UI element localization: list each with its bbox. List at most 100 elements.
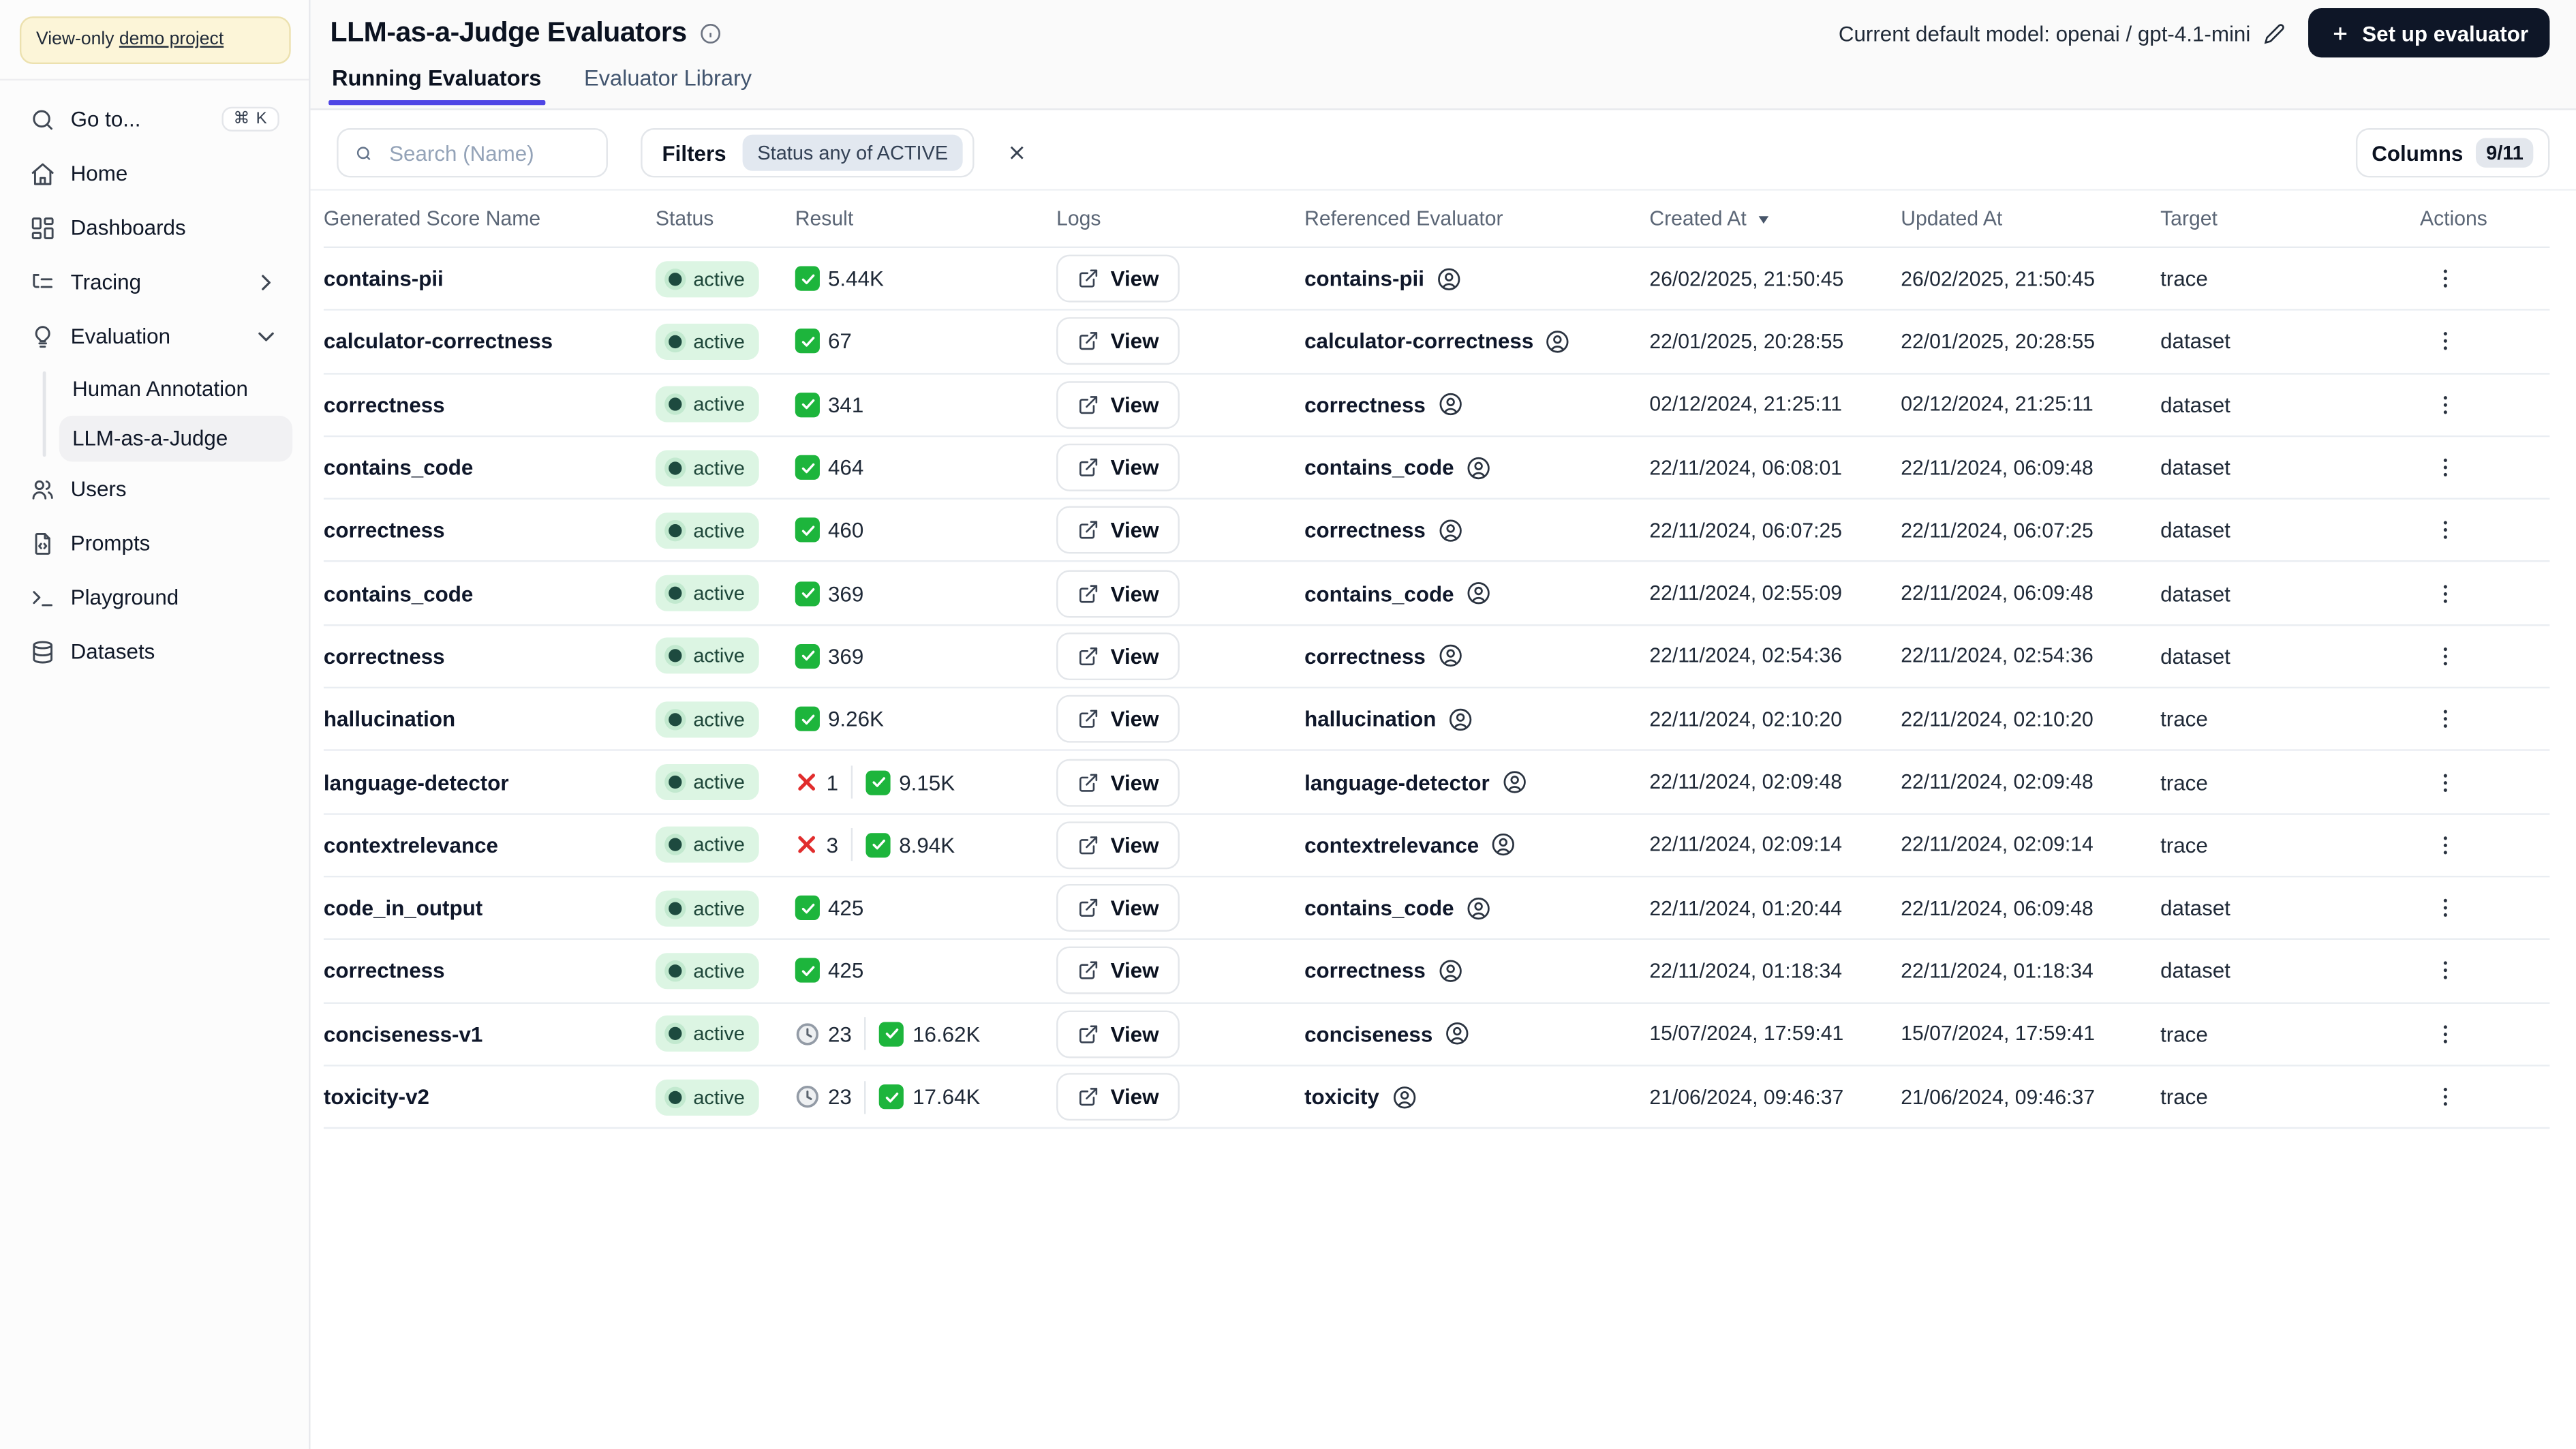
sidebar-item-users[interactable]: Users [16,464,292,513]
sidebar-item-dashboards[interactable]: Dashboards [16,203,292,252]
clear-filters-button[interactable] [999,135,1035,171]
view-logs-button[interactable]: View [1056,947,1180,995]
sidebar-item-playground[interactable]: Playground [16,573,292,622]
filters-button[interactable]: Filters Status any of ACTIVE [641,128,975,178]
referenced-evaluator-cell[interactable]: correctness [1304,517,1649,544]
view-logs-button[interactable]: View [1056,695,1180,744]
sidebar-item-human-annotation[interactable]: Human Annotation [59,365,292,412]
referenced-evaluator-cell[interactable]: contains-pii [1304,266,1649,292]
referenced-evaluator-cell[interactable]: language-detector [1304,769,1649,795]
view-logs-button[interactable]: View [1056,1073,1180,1121]
status-dot-icon [669,272,682,286]
referenced-evaluator-cell[interactable]: hallucination [1304,706,1649,733]
tab-running-evaluators[interactable]: Running Evaluators [328,65,545,106]
referenced-evaluator-cell[interactable]: correctness [1304,643,1649,670]
view-logs-button[interactable]: View [1056,1009,1180,1058]
actions-cell [2420,700,2549,737]
view-logs-button[interactable]: View [1056,884,1180,932]
row-actions-kebab-icon[interactable] [2427,512,2464,549]
sidebar-item-prompts[interactable]: Prompts [16,519,292,568]
view-logs-button[interactable]: View [1056,758,1180,806]
sidebar-item-label: Prompts [70,530,151,555]
table-row[interactable]: conciseness-v1 active 23 16.62K View conc… [323,1003,2550,1067]
table-row[interactable]: language-detector active 1 9.15K View lan… [323,752,2550,814]
logs-cell: View [1056,884,1304,932]
referenced-evaluator-cell[interactable]: contains_code [1304,895,1649,921]
demo-project-link[interactable]: demo project [119,29,224,49]
column-header-actions[interactable]: Actions [2420,207,2549,230]
row-actions-kebab-icon[interactable] [2427,700,2464,737]
actions-cell [2420,448,2549,486]
table-row[interactable]: contains_code active 464 View contains_c… [323,437,2550,500]
column-header-generated-score-name[interactable]: Generated Score Name [324,207,656,230]
updated-at-cell: 02/12/2024, 21:25:11 [1901,393,2094,416]
referenced-evaluator-cell[interactable]: conciseness [1304,1021,1649,1048]
row-actions-kebab-icon[interactable] [2427,575,2464,612]
tab-evaluator-library[interactable]: Evaluator Library [584,65,752,105]
table-row[interactable]: correctness active 341 View correctness … [323,374,2550,437]
view-logs-button[interactable]: View [1056,443,1180,491]
sidebar-item-llm-as-a-judge[interactable]: LLM-as-a-Judge [59,414,293,461]
row-actions-kebab-icon[interactable] [2427,386,2464,423]
edit-model-icon[interactable] [2264,22,2285,44]
table-row[interactable]: contextrelevance active 3 8.94K View cont… [323,814,2550,878]
row-actions-kebab-icon[interactable] [2427,637,2464,675]
check-icon [795,455,820,481]
row-actions-kebab-icon[interactable] [2427,763,2464,801]
view-logs-button[interactable]: View [1056,380,1180,429]
columns-button[interactable]: Columns 9/11 [2355,128,2550,178]
sidebar-item-goto[interactable]: Go to... ⌘ K [16,95,292,144]
column-header-status[interactable]: Status [656,207,795,230]
column-header-referenced-evaluator[interactable]: Referenced Evaluator [1304,207,1649,230]
external-link-icon [1077,268,1099,289]
column-header-target[interactable]: Target [2160,207,2420,230]
view-logs-button[interactable]: View [1056,821,1180,869]
referenced-evaluator-cell[interactable]: toxicity [1304,1084,1649,1110]
view-logs-button[interactable]: View [1056,569,1180,617]
updated-at-cell: 22/11/2024, 02:09:48 [1901,770,2094,794]
view-logs-button[interactable]: View [1056,506,1180,555]
sidebar-item-evaluation[interactable]: Evaluation [16,311,292,361]
column-header-result[interactable]: Result [795,207,1056,230]
referenced-evaluator-cell[interactable]: correctness [1304,958,1649,984]
sidebar-item-home[interactable]: Home [16,149,292,198]
sidebar-subgroup: Human Annotation LLM-as-a-Judge [42,365,293,464]
row-actions-kebab-icon[interactable] [2427,448,2464,486]
column-header-updated-at[interactable]: Updated At [1901,207,2160,230]
logs-cell: View [1056,1009,1304,1058]
row-actions-kebab-icon[interactable] [2427,889,2464,926]
row-actions-kebab-icon[interactable] [2427,1078,2464,1115]
view-logs-button[interactable]: View [1056,318,1180,366]
referenced-evaluator-cell[interactable]: contains_code [1304,455,1649,481]
status-filter-chip[interactable]: Status any of ACTIVE [742,134,963,171]
sidebar-item-datasets[interactable]: Datasets [16,627,292,676]
sidebar-item-tracing[interactable]: Tracing [16,257,292,306]
referenced-evaluator-cell[interactable]: contains_code [1304,580,1649,607]
search-input[interactable] [386,138,590,167]
row-actions-kebab-icon[interactable] [2427,826,2464,864]
row-actions-kebab-icon[interactable] [2427,952,2464,990]
row-actions-kebab-icon[interactable] [2427,260,2464,297]
table-row[interactable]: code_in_output active 425 View contains_… [323,877,2550,941]
row-actions-kebab-icon[interactable] [2427,323,2464,361]
table-row[interactable]: toxicity-v2 active 23 17.64K View toxicit… [323,1066,2550,1129]
referenced-evaluator-cell[interactable]: contextrelevance [1304,832,1649,859]
set-up-evaluator-button[interactable]: Set up evaluator [2307,8,2550,58]
column-header-logs[interactable]: Logs [1056,207,1304,230]
info-icon[interactable] [700,22,721,44]
view-logs-button[interactable]: View [1056,632,1180,680]
view-logs-button[interactable]: View [1056,254,1180,303]
column-header-created-at[interactable]: Created At [1649,207,1901,230]
table-row[interactable]: correctness active 425 View correctness … [323,941,2550,1003]
sidebar-item-label: LLM-as-a-Judge [72,425,228,451]
table-row[interactable]: contains-pii active 5.44K View contains-… [323,248,2550,311]
referenced-evaluator-cell[interactable]: calculator-correctness [1304,329,1649,355]
updated-at-cell: 22/11/2024, 06:09:48 [1901,896,2094,920]
referenced-evaluator-cell[interactable]: correctness [1304,391,1649,418]
table-row[interactable]: correctness active 460 View correctness … [323,500,2550,563]
table-row[interactable]: calculator-correctness active 67 View ca… [323,311,2550,374]
table-row[interactable]: contains_code active 369 View contains_c… [323,563,2550,626]
table-row[interactable]: hallucination active 9.26K View hallucin… [323,688,2550,752]
row-actions-kebab-icon[interactable] [2427,1015,2464,1052]
table-row[interactable]: correctness active 369 View correctness … [323,626,2550,689]
